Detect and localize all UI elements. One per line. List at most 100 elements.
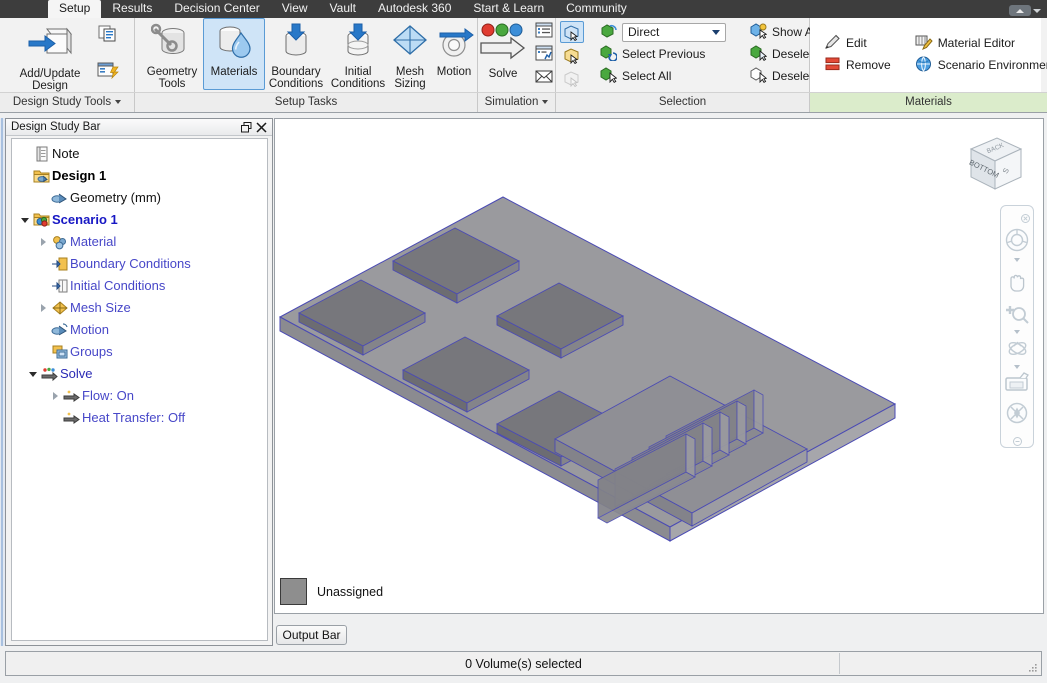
tree-item-label: Boundary Conditions [70, 253, 191, 275]
material-legend: Unassigned [280, 578, 383, 605]
boundary-conditions-button[interactable]: BoundaryConditions [265, 18, 327, 90]
tree-item-heat-transfer[interactable]: Heat Transfer: Off [12, 407, 267, 429]
3d-viewport[interactable]: BACK BOTTOM S [274, 118, 1044, 614]
orbit-icon[interactable] [1005, 337, 1030, 363]
material-edit-button[interactable]: Edit [820, 32, 895, 54]
menu-tab-decision-center[interactable]: Decision Center [163, 0, 270, 18]
material-icon [50, 234, 70, 250]
select-surface-toggle[interactable] [560, 44, 584, 66]
group-label-materials: Materials [810, 93, 1047, 112]
resize-grip-icon[interactable] [1026, 661, 1038, 673]
design-study-properties-button[interactable] [96, 60, 120, 82]
group-label-selection: Selection [556, 93, 810, 112]
menu-tab-view[interactable]: View [271, 0, 319, 18]
tree-item-label: Material [70, 231, 116, 253]
navbar-collapse-icon[interactable] [1013, 435, 1022, 449]
tree-item-boundary-conditions[interactable]: Boundary Conditions [12, 253, 267, 275]
tree-item-label: Heat Transfer: Off [82, 407, 185, 429]
minimize-ribbon-icon[interactable] [1009, 5, 1031, 16]
geometry-tools-button[interactable]: GeometryTools [141, 18, 203, 90]
tree-item-note[interactable]: Note [12, 143, 267, 165]
tree-item-mesh-size[interactable]: Mesh Size [12, 297, 267, 319]
select-edge-toggle[interactable] [560, 67, 584, 89]
select-all-button[interactable]: Select All [596, 65, 730, 87]
restore-window-icon[interactable] [239, 120, 254, 135]
expander-collapsed[interactable] [48, 392, 62, 400]
close-icon[interactable] [254, 120, 269, 135]
look-camera-icon[interactable] [1004, 372, 1030, 395]
design-study-bar-title: Design Study Bar [11, 121, 101, 133]
initial-conditions-tree-icon [50, 278, 70, 294]
material-remove-button[interactable]: Remove [820, 54, 895, 76]
select-volume-toggle[interactable] [560, 21, 584, 43]
mesh-sizing-button[interactable]: MeshSizing [389, 18, 431, 90]
tree-item-label: Solve [60, 363, 93, 385]
solve-status-button[interactable] [532, 21, 556, 42]
selection-mode-combo[interactable]: Direct [622, 23, 726, 42]
email-notification-button[interactable] [532, 67, 556, 88]
chevron-down-icon [542, 100, 548, 104]
solve-button[interactable]: Solve [478, 18, 528, 90]
selection-mode-toggles [556, 18, 588, 89]
tree-item-geometry[interactable]: Geometry (mm) [12, 187, 267, 209]
expander-collapsed[interactable] [36, 238, 50, 246]
legend-swatch-unassigned [280, 578, 307, 605]
tree-item-solve[interactable]: Solve [12, 363, 267, 385]
ribbon-group-design-study-tools: Add/Update Design [0, 18, 135, 92]
mesh-size-icon [50, 300, 70, 316]
chevron-down-icon[interactable] [1014, 365, 1020, 369]
chevron-down-icon[interactable] [1014, 330, 1020, 334]
tree-item-groups[interactable]: Groups [12, 341, 267, 363]
flow-icon [62, 388, 82, 404]
expander-open[interactable] [18, 218, 32, 223]
expander-open[interactable] [26, 372, 40, 377]
menu-tab-start-learn[interactable]: Start & Learn [462, 0, 555, 18]
menu-tab-setup[interactable]: Setup [48, 0, 101, 18]
initial-conditions-button[interactable]: InitialConditions [327, 18, 389, 90]
tree-item-flow[interactable]: Flow: On [12, 385, 267, 407]
materials-button[interactable]: Materials [203, 18, 265, 90]
pan-hand-icon[interactable] [1005, 270, 1029, 297]
menu-tab-community[interactable]: Community [555, 0, 638, 18]
material-editor-button[interactable]: Material Editor [911, 32, 1047, 54]
clone-design-button[interactable] [96, 24, 120, 46]
view-cube[interactable]: BACK BOTTOM S [959, 131, 1031, 197]
initial-conditions-label: InitialConditions [331, 66, 385, 90]
chevron-down-icon[interactable] [1033, 9, 1041, 13]
scenario-environment-button[interactable]: Scenario Environment [911, 54, 1047, 76]
solve-icon [479, 23, 527, 66]
expander-collapsed[interactable] [36, 304, 50, 312]
tree-item-motion[interactable]: Motion [12, 319, 267, 341]
geometry-tools-icon [151, 23, 193, 64]
motion-tree-icon [50, 322, 70, 338]
tree-item-initial-conditions[interactable]: Initial Conditions [12, 275, 267, 297]
selection-mode-icon [600, 23, 617, 42]
motion-label: Motion [437, 66, 472, 78]
add-update-design-button[interactable]: Add/Update Design [8, 18, 92, 90]
design-study-properties-icon [97, 61, 119, 82]
edit-pencil-icon [824, 34, 841, 53]
select-previous-button[interactable]: Select Previous [596, 43, 730, 65]
motion-button[interactable]: Motion [431, 18, 477, 90]
zoom-icon[interactable] [1004, 303, 1030, 328]
design-folder-icon [32, 168, 52, 184]
menu-tab-results[interactable]: Results [101, 0, 163, 18]
tree-item-label: Motion [70, 319, 109, 341]
chevron-down-icon[interactable] [1014, 258, 1020, 262]
output-bar-button[interactable]: Output Bar [276, 625, 347, 645]
remove-icon [824, 56, 841, 75]
tree-item-design-1[interactable]: Design 1 [12, 165, 267, 187]
tree-item-material[interactable]: Material [12, 231, 267, 253]
steering-wheel-icon[interactable] [1004, 227, 1030, 256]
navbar-close-icon[interactable] [1021, 212, 1030, 226]
show-motion-icon[interactable] [1005, 401, 1029, 428]
convergence-plot-button[interactable] [532, 44, 556, 65]
tree-item-scenario-1[interactable]: Scenario 1 [12, 209, 267, 231]
group-label-design-study-tools[interactable]: Design Study Tools [0, 93, 135, 112]
group-label-simulation[interactable]: Simulation [478, 93, 556, 112]
tree-item-label: Mesh Size [70, 297, 131, 319]
menu-tab-vault[interactable]: Vault [319, 0, 367, 18]
design-study-tree[interactable]: Note Design 1 [11, 138, 268, 641]
menu-tab-autodesk-360[interactable]: Autodesk 360 [367, 0, 462, 18]
tree-item-label: Scenario 1 [52, 209, 118, 231]
